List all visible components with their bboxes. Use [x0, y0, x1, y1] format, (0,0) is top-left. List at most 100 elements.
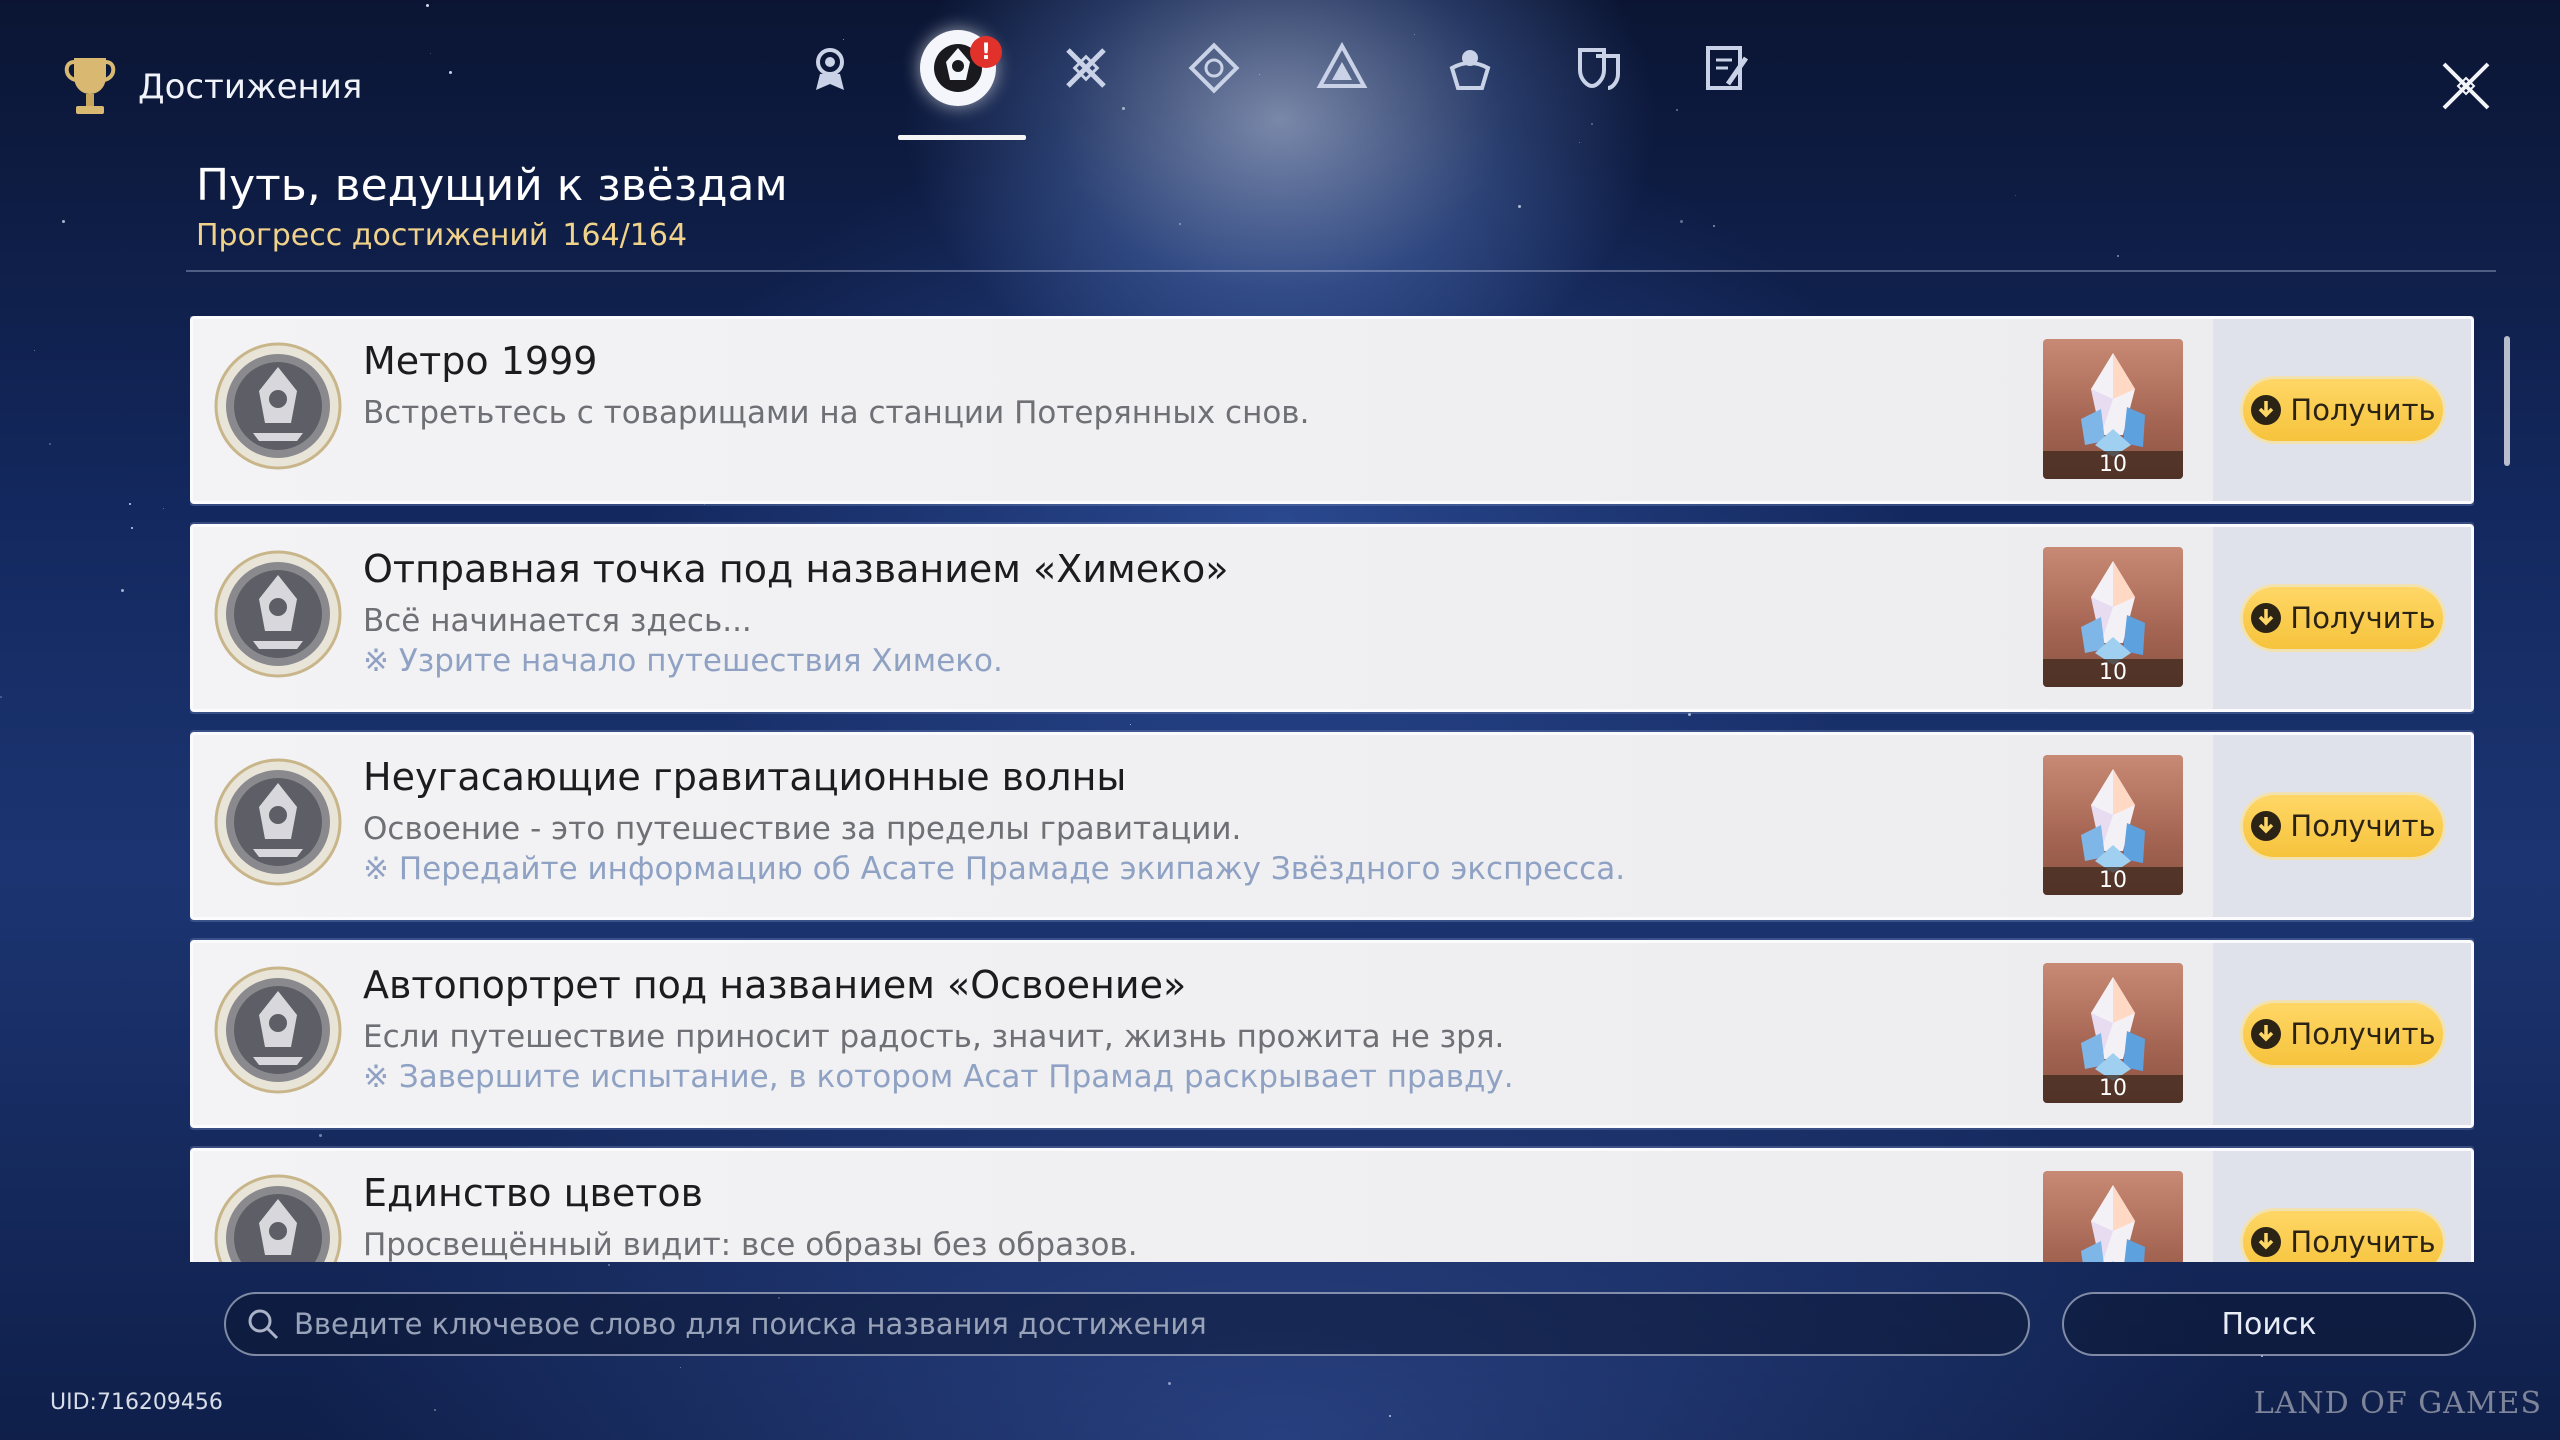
search-button[interactable]: Поиск [2062, 1292, 2476, 1356]
achievement-card: Единство цветов Просвещённый видит: все … [190, 1148, 2474, 1262]
star [2117, 255, 2119, 257]
tab-icon-6 [1449, 50, 1491, 90]
star [62, 220, 65, 223]
achievement-hint: ※ Завершите испытание, в котором Асат Пр… [363, 1059, 1514, 1095]
progress-value: 164/164 [562, 218, 688, 253]
download-icon [2251, 603, 2282, 633]
tab-icon-3 [1066, 48, 1106, 88]
tab-6[interactable] [1430, 30, 1510, 140]
achievement-description: Всё начинается здесь... [363, 603, 752, 639]
stellar-jade-icon [2081, 769, 2145, 873]
achievement-hint: ※ Узрите начало путешествия Химеко. [363, 643, 1003, 679]
claim-button[interactable]: Получить [2243, 1211, 2443, 1262]
claim-button[interactable]: Получить [2243, 795, 2443, 857]
reward-quantity: 10 [2043, 867, 2183, 895]
star [608, 1264, 610, 1266]
achievement-name: Метро 1999 [363, 339, 598, 383]
star [434, 1409, 436, 1411]
claim-label: Получить [2290, 601, 2436, 635]
achievement-description: Встретьтесь с товарищами на станции Поте… [363, 395, 1310, 431]
achievement-name: Отправная точка под названием «Химеко» [363, 547, 1229, 591]
search-icon [248, 1309, 279, 1340]
star [1179, 223, 1181, 225]
download-icon [2251, 811, 2282, 841]
reward-quantity: 10 [2043, 659, 2183, 687]
tab-icon-8 [1706, 46, 1749, 90]
claim-label: Получить [2290, 1225, 2436, 1259]
claim-button[interactable]: Получить [2243, 1003, 2443, 1065]
achievement-medal-icon [214, 966, 342, 1094]
download-icon [2251, 1227, 2282, 1257]
claim-panel: Получить [2213, 1151, 2471, 1262]
tab-5[interactable] [1302, 30, 1382, 140]
notification-badge: ! [970, 36, 1002, 68]
achievement-name: Неугасающие гравитационные волны [363, 755, 1127, 799]
stellar-jade-icon [2081, 977, 2145, 1081]
progress-label: Прогресс достижений [196, 218, 549, 253]
achievement-progress: Прогресс достижений 164/164 [196, 218, 687, 253]
achievement-card: Неугасающие гравитационные волны Освоени… [190, 732, 2474, 920]
tab-icon-7 [1578, 48, 1620, 90]
reward-quantity: 10 [2043, 451, 2183, 479]
claim-button[interactable]: Получить [2243, 379, 2443, 441]
achievement-medal-icon [214, 758, 342, 886]
star [426, 4, 429, 7]
star [1680, 220, 1683, 223]
tab-3[interactable] [1046, 30, 1126, 140]
achievement-description: Если путешествие приносит радость, значи… [363, 1019, 1505, 1055]
scrollbar[interactable] [2504, 336, 2510, 466]
category-title: Путь, ведущий к звёздам [196, 160, 788, 211]
search-input[interactable] [294, 1307, 2028, 1341]
stellar-jade-icon [2081, 1185, 2145, 1262]
watermark: LAND OF GAMES [2253, 1386, 2542, 1421]
reward-item: 10 [2043, 1171, 2183, 1262]
download-icon [2251, 1019, 2282, 1049]
star [131, 527, 133, 529]
reward-item: 10 [2043, 339, 2183, 479]
tab-2[interactable]: ! [898, 30, 1026, 140]
claim-panel: Получить [2213, 319, 2471, 501]
star [1579, 142, 1580, 143]
star [49, 443, 51, 445]
tab-icon-4 [1188, 42, 1240, 94]
claim-button[interactable]: Получить [2243, 587, 2443, 649]
achievement-card: Автопортрет под названием «Освоение» Есл… [190, 940, 2474, 1128]
star [163, 508, 164, 509]
tab-icon-5 [1316, 41, 1368, 88]
claim-label: Получить [2290, 1017, 2436, 1051]
achievement-name: Автопортрет под названием «Освоение» [363, 963, 1187, 1007]
tab-1[interactable] [790, 30, 870, 140]
uid-label: UID:716209456 [50, 1390, 223, 1415]
claim-label: Получить [2290, 393, 2436, 427]
download-icon [2251, 395, 2282, 425]
tab-4[interactable] [1174, 30, 1254, 140]
reward-item: 10 [2043, 963, 2183, 1103]
star [449, 71, 452, 74]
star [2015, 195, 2016, 196]
achievement-list[interactable]: Метро 1999 Встретьтесь с товарищами на с… [190, 316, 2474, 1262]
search-bar[interactable] [224, 1292, 2030, 1356]
achievement-name: Единство цветов [363, 1171, 703, 1215]
stellar-jade-icon [2081, 353, 2145, 457]
star [1518, 205, 1521, 208]
page-title: Достижения [138, 67, 363, 107]
reward-item: 10 [2043, 755, 2183, 895]
claim-panel: Получить [2213, 943, 2471, 1125]
tab-7[interactable] [1558, 30, 1638, 140]
achievement-description: Освоение - это путешествие за пределы гр… [363, 811, 1242, 847]
claim-label: Получить [2290, 809, 2436, 843]
tab-8[interactable] [1686, 30, 1766, 140]
achievement-card: Метро 1999 Встретьтесь с товарищами на с… [190, 316, 2474, 504]
achievement-medal-icon [214, 550, 342, 678]
claim-panel: Получить [2213, 735, 2471, 917]
star [1389, 1415, 1391, 1417]
achievement-medal-icon [214, 342, 342, 470]
category-tabs: ! [790, 30, 1766, 140]
achievement-medal-icon [214, 1174, 342, 1262]
tab-icon-1 [816, 48, 844, 90]
trophy-icon [64, 58, 116, 114]
star [680, 1367, 681, 1368]
star [430, 53, 431, 54]
star [0, 696, 2, 698]
close-icon[interactable] [2436, 56, 2496, 116]
